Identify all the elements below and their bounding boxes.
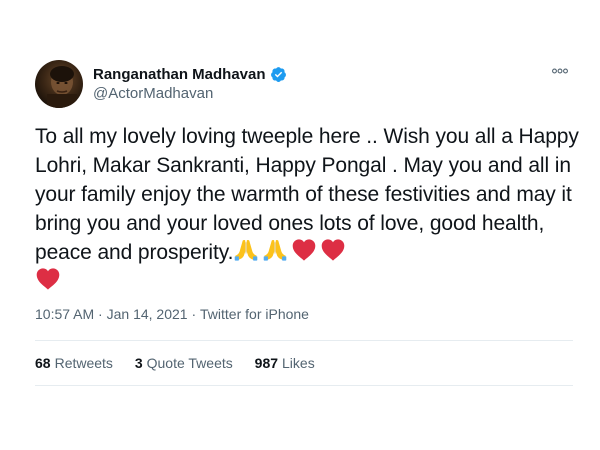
verified-badge-icon [270, 66, 286, 82]
retweets-count: 68 [35, 355, 51, 371]
meta-separator: · [98, 306, 103, 322]
tweet-text: To all my lovely loving tweeple here .. … [35, 122, 580, 296]
author-names: Ranganathan Madhavan @ActorMadhavan [93, 64, 287, 102]
avatar[interactable] [35, 60, 83, 108]
tweet-meta: 10:57 AM · Jan 14, 2021 · Twitter for iP… [35, 306, 309, 322]
tweet-stats: 68 Retweets 3 Quote Tweets 987 Likes [35, 355, 333, 371]
red-heart-icon [293, 239, 316, 261]
more-options-icon[interactable] [549, 62, 571, 80]
quote-tweets-label: Quote Tweets [146, 355, 233, 371]
tweet-date[interactable]: Jan 14, 2021 [107, 306, 188, 322]
quote-tweets-stat[interactable]: 3 Quote Tweets [135, 355, 233, 371]
quote-tweets-count: 3 [134, 355, 143, 371]
tweet-header: Ranganathan Madhavan @ActorMadhavan [35, 60, 575, 110]
tweet-card: Ranganathan Madhavan @ActorMadhavan To a… [0, 0, 600, 450]
likes-stat[interactable]: 987 Likes [255, 355, 315, 371]
author-handle[interactable]: @ActorMadhavan [93, 85, 287, 102]
folded-hands-icon [264, 240, 287, 261]
retweets-label: Retweets [54, 355, 113, 371]
more-dots [552, 68, 568, 74]
display-name-row: Ranganathan Madhavan [93, 64, 287, 84]
divider [35, 385, 573, 386]
display-name[interactable]: Ranganathan Madhavan [93, 66, 266, 83]
retweets-stat[interactable]: 68 Retweets [35, 355, 113, 371]
avatar-image [47, 66, 77, 108]
meta-separator: · [191, 306, 197, 322]
folded-hands-icon [235, 240, 258, 261]
likes-label: Likes [282, 355, 315, 371]
red-heart-icon [36, 268, 60, 290]
divider [35, 340, 573, 341]
tweet-source[interactable]: Twitter for iPhone [200, 306, 309, 322]
tweet-time[interactable]: 10:57 AM [35, 306, 94, 322]
likes-count: 987 [254, 355, 279, 371]
red-heart-icon [322, 239, 345, 261]
